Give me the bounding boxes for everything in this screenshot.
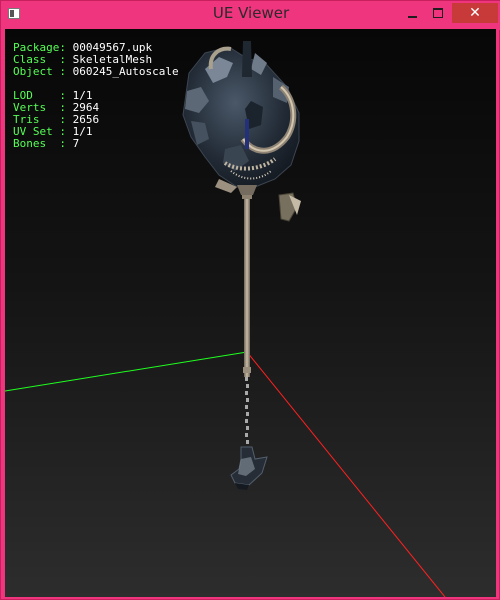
title-bar[interactable]: UE Viewer ✕ — [1, 1, 500, 30]
x-axis-line — [246, 351, 446, 597]
minimize-button[interactable] — [401, 3, 423, 23]
y-axis-line — [5, 351, 248, 392]
minimize-icon — [408, 16, 417, 18]
3d-viewport[interactable]: Package: 00049567.upk Class : SkeletalMe… — [5, 29, 496, 597]
window-title: UE Viewer — [212, 4, 290, 22]
info-key: Bones : — [13, 137, 66, 150]
maximize-icon — [433, 8, 443, 18]
maximize-button[interactable] — [427, 3, 449, 23]
mace-head — [182, 41, 301, 222]
close-button[interactable]: ✕ — [452, 3, 498, 23]
info-key: Object : — [13, 65, 66, 78]
close-icon: ✕ — [469, 5, 481, 21]
mace-pommel — [230, 446, 268, 490]
mace-handle — [242, 189, 252, 377]
info-row-bones: Bones : 7 — [13, 138, 179, 150]
info-value: 7 — [72, 137, 80, 150]
mace-chain — [245, 377, 249, 444]
info-row-object: Object : 060245_Autoscale — [13, 66, 179, 78]
info-value: 060245_Autoscale — [72, 65, 179, 78]
app-window: UE Viewer ✕ Package: 00049567.upk Class … — [0, 0, 500, 600]
mesh-info-panel: Package: 00049567.upk Class : SkeletalMe… — [13, 42, 179, 150]
